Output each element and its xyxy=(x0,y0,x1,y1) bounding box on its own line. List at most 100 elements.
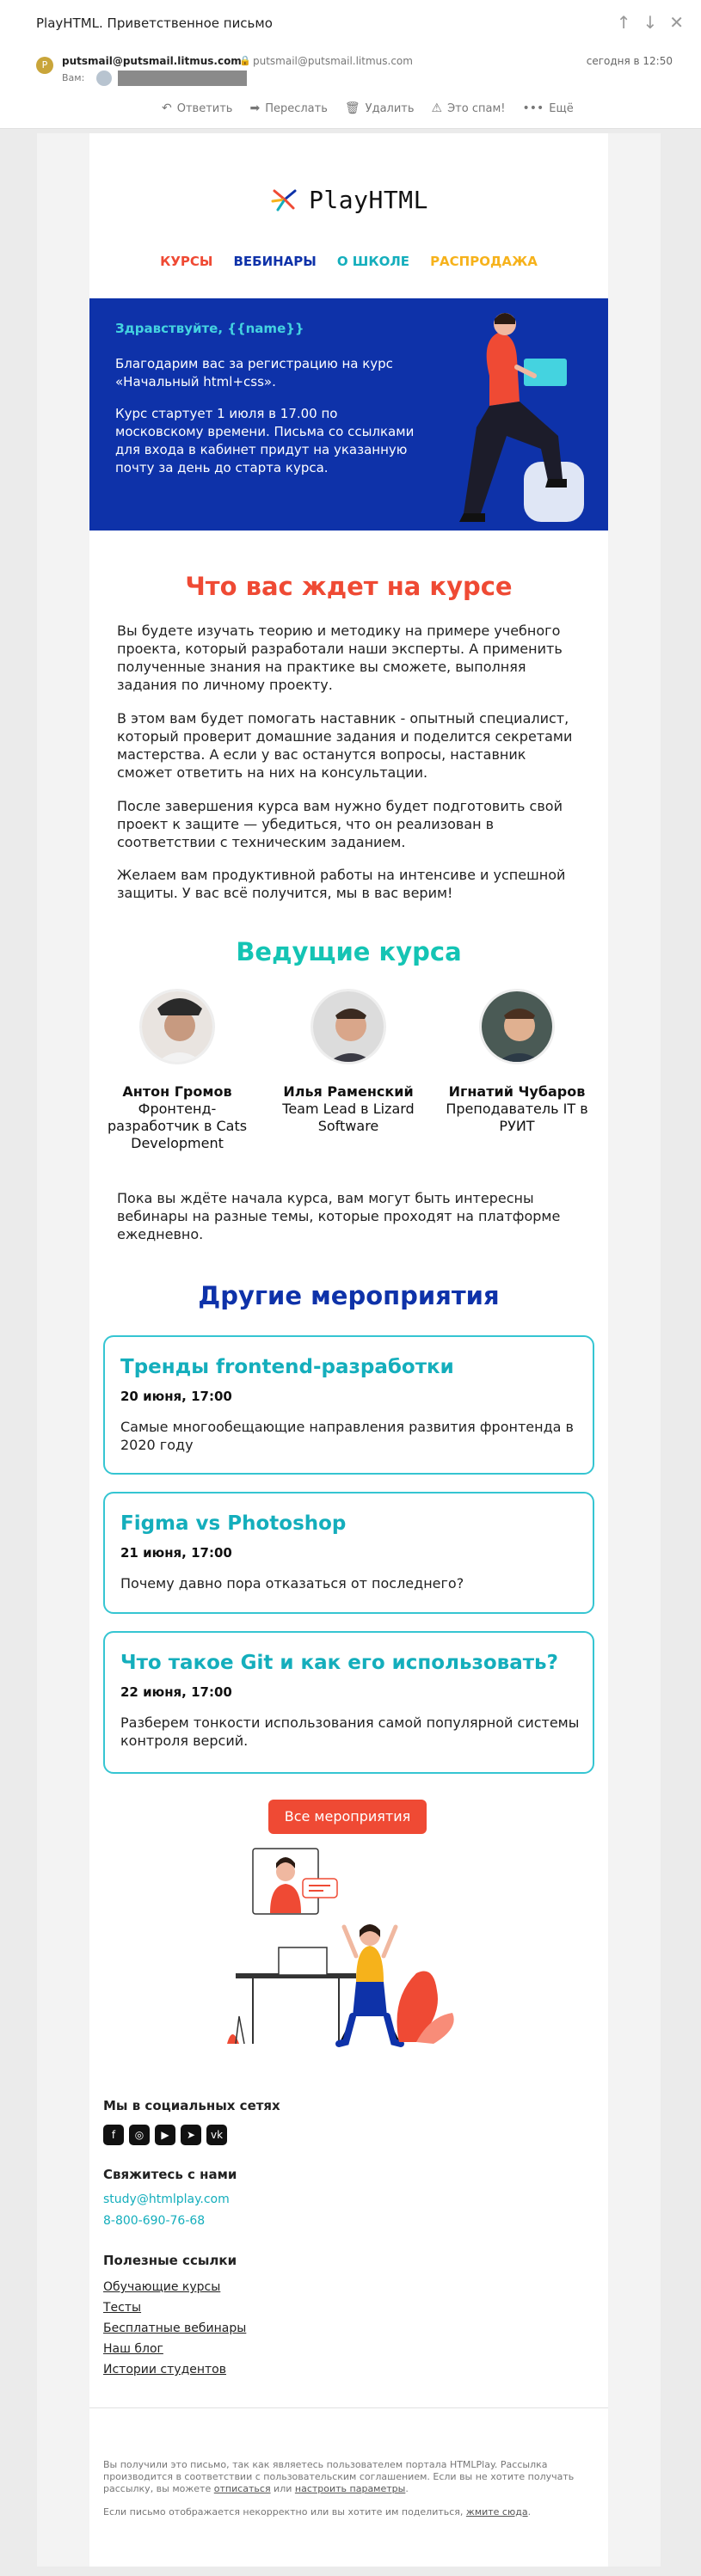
event-description: Разберем тонкости использования самой по… xyxy=(120,1714,580,1749)
all-events-button[interactable]: Все мероприятия xyxy=(268,1800,427,1834)
mentors-title: Ведущие курса xyxy=(236,937,462,966)
lock-icon: 🔒 xyxy=(239,55,251,66)
mail-subject: PlayHTML. Приветственное письмо xyxy=(36,15,273,31)
mentor-photo xyxy=(479,989,555,1064)
mentor-card: Илья Раменский Team Lead в Lizard Softwa… xyxy=(271,989,426,1135)
mentor-card: Антон Громов Фронтенд-разработчик в Cats… xyxy=(100,989,255,1152)
toolbar-button-label: Это спам! xyxy=(447,101,506,115)
event-card[interactable]: Тренды frontend-разработки 20 июня, 17:0… xyxy=(103,1335,594,1475)
logo-text: PlayHTML xyxy=(309,185,428,214)
legal-text: или xyxy=(270,2483,295,2494)
toolbar-button[interactable]: ➡ Переслать xyxy=(249,101,327,115)
sender-secondary-address: putsmail@putsmail.litmus.com xyxy=(253,55,413,67)
arrow-up-icon[interactable]: ↑ xyxy=(617,12,631,33)
facebook-icon[interactable]: f xyxy=(103,2125,124,2145)
about-paragraph-2: В этом вам будет помогать наставник - оп… xyxy=(117,710,573,781)
hero-greeting: Здравствуйте, {{name}} xyxy=(115,321,304,336)
mentor-name: Илья Раменский xyxy=(283,1083,414,1100)
toolbar-button[interactable]: 🗑 Удалить xyxy=(345,101,415,115)
mentor-name: Антон Громов xyxy=(122,1083,232,1100)
mentor-photo xyxy=(311,989,386,1064)
nav-arrows: ↑ ↓ ✕ xyxy=(617,12,684,33)
toolbar-button-label: Удалить xyxy=(365,101,415,115)
trash-icon: 🗑 xyxy=(344,101,360,115)
about-paragraph-1: Вы будете изучать теорию и методику на п… xyxy=(117,623,563,693)
legal-text: . xyxy=(527,2506,532,2518)
webinars-note: Пока вы ждёте начала курса, вам могут бы… xyxy=(117,1190,561,1242)
event-title[interactable]: Тренды frontend-разработки xyxy=(120,1356,454,1378)
toolbar-button[interactable]: ⚠ Это спам! xyxy=(432,101,506,115)
hero-illustration xyxy=(459,313,584,522)
reply-icon: ↶ xyxy=(162,101,172,115)
vk-icon[interactable]: vk xyxy=(206,2125,227,2145)
sender-address[interactable]: putsmail@putsmail.litmus.com xyxy=(62,55,242,67)
event-description: Самые многообещающие направления развити… xyxy=(120,1419,574,1453)
webinar-illustration xyxy=(227,1848,454,2047)
legal-view-online: Если письмо отображается некорректно или… xyxy=(103,2506,593,2518)
mail-header: PlayHTML. Приветственное письмо ↑ ↓ ✕ P … xyxy=(0,0,701,129)
hero-paragraph-2: Курс стартует 1 июля в 17.00 по московск… xyxy=(115,406,415,475)
footer-link[interactable]: Наш блог xyxy=(103,2342,163,2356)
toolbar-button-label: Переслать xyxy=(265,101,328,115)
instagram-icon[interactable]: ◎ xyxy=(129,2125,150,2145)
menu-item[interactable]: РАСПРОДАЖА xyxy=(430,254,538,269)
mentor-name: Игнатий Чубаров xyxy=(448,1083,586,1100)
event-description: Почему давно пора отказаться от последне… xyxy=(120,1575,464,1592)
toolbar-button-label: Ещё xyxy=(549,101,574,115)
mentor-role: Преподаватель IT в РУИТ xyxy=(446,1101,588,1134)
email-menu: КУРСЫ ВЕБИНАРЫ О ШКОЛЕ РАСПРОДАЖА xyxy=(89,254,608,269)
mail-toolbar: ↶ Ответить ➡ Переслать 🗑 Удалить ⚠ Это спам! •••… xyxy=(162,101,574,115)
footer-link[interactable]: Бесплатные вебинары xyxy=(103,2321,246,2335)
toolbar-button[interactable]: ↶ Ответить xyxy=(162,101,232,115)
sender-row: P putsmail@putsmail.litmus.com 🔒 putsmai… xyxy=(36,53,673,88)
to-label: Вам: xyxy=(62,72,85,83)
event-date: 22 июня, 17:00 xyxy=(120,1684,232,1700)
footer-divider xyxy=(89,2407,608,2408)
footer-link[interactable]: Истории студентов xyxy=(103,2363,226,2377)
event-title[interactable]: Figma vs Photoshop xyxy=(120,1512,346,1535)
spam-icon: ⚠ xyxy=(431,101,443,115)
event-card[interactable]: Figma vs Photoshop 21 июня, 17:00 Почему… xyxy=(103,1492,594,1614)
events-title: Другие мероприятия xyxy=(198,1281,500,1310)
forward-icon: ➡ xyxy=(249,101,261,115)
about-paragraph-3: После завершения курса вам нужно будет п… xyxy=(117,798,563,850)
settings-link[interactable]: настроить параметры xyxy=(295,2483,405,2494)
mentor-role: Team Lead в Lizard Software xyxy=(282,1101,415,1134)
youtube-icon[interactable]: ▶ xyxy=(155,2125,175,2145)
about-paragraph-4: Желаем вам продуктивной работы на интенс… xyxy=(117,867,566,901)
event-date: 20 июня, 17:00 xyxy=(120,1389,232,1404)
mail-date: сегодня в 12:50 xyxy=(586,55,673,67)
unsubscribe-link[interactable]: отписаться xyxy=(214,2483,271,2494)
menu-item[interactable]: КУРСЫ xyxy=(160,254,212,269)
event-date: 21 июня, 17:00 xyxy=(120,1545,232,1561)
view-online-link[interactable]: жмите сюда xyxy=(466,2506,528,2518)
event-title[interactable]: Что такое Git и как его использовать? xyxy=(120,1652,558,1674)
toolbar-button[interactable]: ••• Ещё xyxy=(522,101,573,115)
contact-title: Свяжитесь с нами xyxy=(103,2167,237,2182)
legal-notice: Вы получили это письмо, так как являетес… xyxy=(103,2459,593,2495)
toolbar-button-label: Ответить xyxy=(176,101,233,115)
sender-avatar: P xyxy=(36,57,53,74)
legal-text: Если письмо отображается некорректно или… xyxy=(103,2506,466,2518)
footer-link[interactable]: Тесты xyxy=(103,2301,141,2315)
legal-text: . xyxy=(405,2483,409,2494)
hero-banner: Здравствуйте, {{name}} Благодарим вас за… xyxy=(89,298,608,531)
more-icon: ••• xyxy=(522,101,544,115)
close-icon[interactable]: ✕ xyxy=(669,12,684,33)
contact-email[interactable]: study@htmlplay.com xyxy=(103,2193,230,2206)
footer-link[interactable]: Обучающие курсы xyxy=(103,2280,220,2294)
email-body: PlayHTML КУРСЫ ВЕБИНАРЫ О ШКОЛЕ РАСПРОДАЖА … xyxy=(89,133,608,2567)
logo-mark-icon xyxy=(269,184,300,215)
mentor-card: Игнатий Чубаров Преподаватель IT в РУИТ xyxy=(440,989,594,1135)
menu-item[interactable]: О ШКОЛЕ xyxy=(337,254,409,269)
about-title: Что вас ждет на курсе xyxy=(185,572,513,601)
logo[interactable]: PlayHTML xyxy=(89,181,608,218)
telegram-icon[interactable]: ➤ xyxy=(181,2125,201,2145)
event-card[interactable]: Что такое Git и как его использовать? 22… xyxy=(103,1631,594,1774)
arrow-down-icon[interactable]: ↓ xyxy=(643,12,657,33)
contact-phone[interactable]: 8-800-690-76-68 xyxy=(103,2214,205,2228)
mail-window: PlayHTML. Приветственное письмо ↑ ↓ ✕ P … xyxy=(0,0,701,2576)
links-title: Полезные ссылки xyxy=(103,2253,237,2268)
social-title: Мы в социальных сетях xyxy=(103,2098,280,2113)
menu-item[interactable]: ВЕБИНАРЫ xyxy=(233,254,316,269)
